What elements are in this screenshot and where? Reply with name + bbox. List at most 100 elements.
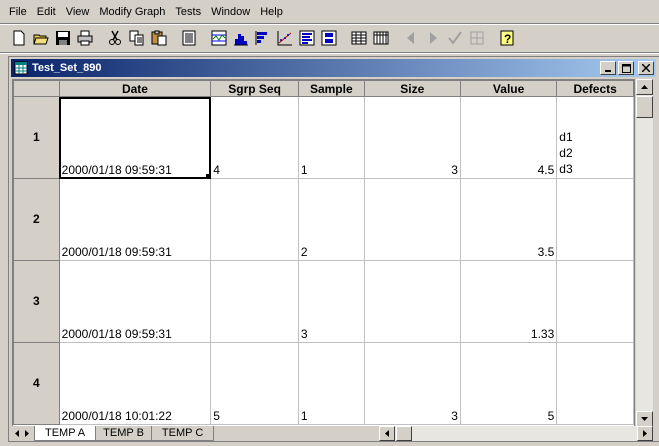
box-chart-icon[interactable]: [318, 27, 340, 49]
column-header-date[interactable]: Date: [58, 80, 212, 97]
size-cell[interactable]: [363, 260, 461, 343]
menu-edit[interactable]: Edit: [32, 2, 61, 22]
date-cell[interactable]: 2000/01/18 10:01:22: [58, 342, 212, 425]
horizontal-scrollbar[interactable]: [379, 426, 653, 441]
sgrp-seq-cell[interactable]: 4: [210, 96, 299, 179]
date-cell[interactable]: 2000/01/18 09:59:31: [58, 260, 212, 343]
save-icon[interactable]: [52, 27, 74, 49]
tab-scroll-left[interactable]: [12, 427, 22, 440]
sample-cell[interactable]: 2: [297, 178, 365, 261]
size-cell[interactable]: 3: [363, 96, 461, 179]
value-cell[interactable]: 4.5: [459, 96, 558, 179]
grid-icon[interactable]: [466, 27, 488, 49]
horizontal-scroll-thumb[interactable]: [396, 426, 412, 441]
tab-temp-b[interactable]: TEMP B: [92, 426, 155, 441]
row-header[interactable]: 4: [13, 342, 60, 425]
value-cell[interactable]: 3.5: [459, 178, 558, 261]
date-cell[interactable]: 2000/01/18 09:59:31: [58, 96, 212, 179]
scroll-up-button[interactable]: [636, 79, 653, 95]
scroll-left-button[interactable]: [379, 426, 395, 441]
arrow-down-icon: [641, 417, 648, 421]
defect-item: d2: [559, 146, 573, 160]
defect-item: d1: [559, 130, 573, 144]
toolbar: ?: [8, 25, 518, 51]
sgrp-seq-cell[interactable]: [210, 178, 299, 261]
table-row: 1 2000/01/18 09:59:31 4 1 3 4.5 d1 d2 d3: [13, 96, 634, 179]
scroll-right-button[interactable]: [637, 426, 653, 441]
selection-handle[interactable]: [206, 174, 210, 178]
data-grid: Date Sgrp Seq Sample Size Value Defects …: [12, 79, 635, 427]
svg-text:?: ?: [504, 32, 511, 46]
arrow-left-icon: [385, 430, 389, 437]
sample-cell[interactable]: 3: [297, 260, 365, 343]
paste-icon[interactable]: [148, 27, 170, 49]
datasheet-icon[interactable]: [370, 27, 392, 49]
window-title: Test_Set_890: [32, 62, 102, 74]
maximize-icon: [621, 63, 631, 73]
histogram-icon[interactable]: [230, 27, 252, 49]
vertical-scroll-thumb[interactable]: [636, 96, 653, 118]
column-header-size[interactable]: Size: [363, 80, 461, 97]
menu-view[interactable]: View: [61, 2, 95, 22]
menu-bar: File Edit View Modify Graph Tests Window…: [0, 2, 659, 22]
check-icon[interactable]: [444, 27, 466, 49]
xbar-chart-icon[interactable]: [208, 27, 230, 49]
minimize-button[interactable]: [600, 61, 616, 75]
menu-file[interactable]: File: [0, 2, 32, 22]
defects-cell[interactable]: [556, 260, 634, 343]
help-icon[interactable]: ?: [496, 27, 518, 49]
size-cell[interactable]: 3: [363, 342, 461, 425]
datasheet-app-icon: [14, 61, 28, 75]
size-cell[interactable]: [363, 178, 461, 261]
menu-tests[interactable]: Tests: [170, 2, 206, 22]
close-button[interactable]: [638, 61, 654, 75]
prev-icon[interactable]: [400, 27, 422, 49]
cut-icon[interactable]: [104, 27, 126, 49]
vertical-scrollbar[interactable]: [636, 79, 653, 427]
column-header-value[interactable]: Value: [459, 80, 558, 97]
tab-scroll-right[interactable]: [22, 427, 32, 440]
pareto-icon[interactable]: [252, 27, 274, 49]
value-cell[interactable]: 5: [459, 342, 558, 425]
defects-cell[interactable]: [556, 342, 634, 425]
column-header-sample[interactable]: Sample: [297, 80, 365, 97]
tab-temp-c[interactable]: TEMP C: [150, 426, 215, 441]
arrow-right-icon: [25, 430, 29, 437]
open-icon[interactable]: [30, 27, 52, 49]
menu-help[interactable]: Help: [255, 2, 288, 22]
column-header-defects[interactable]: Defects: [556, 80, 634, 97]
defects-cell[interactable]: [556, 178, 634, 261]
column-header-sgrp-seq[interactable]: Sgrp Seq: [210, 80, 299, 97]
menu-window[interactable]: Window: [206, 2, 255, 22]
sample-cell[interactable]: 1: [297, 96, 365, 179]
scroll-down-button[interactable]: [636, 411, 653, 427]
new-icon[interactable]: [8, 27, 30, 49]
run-chart-icon[interactable]: [296, 27, 318, 49]
date-cell[interactable]: 2000/01/18 09:59:31: [58, 178, 212, 261]
sgrp-seq-cell[interactable]: 5: [210, 342, 299, 425]
menu-modify-graph[interactable]: Modify Graph: [94, 2, 170, 22]
print-icon[interactable]: [74, 27, 96, 49]
next-icon[interactable]: [422, 27, 444, 49]
table-row: 4 2000/01/18 10:01:22 5 1 3 5: [13, 342, 634, 425]
row-header[interactable]: 3: [13, 260, 60, 343]
sgrp-seq-cell[interactable]: [210, 260, 299, 343]
window-title-bar[interactable]: Test_Set_890: [11, 59, 656, 77]
table-icon[interactable]: [348, 27, 370, 49]
defects-cell[interactable]: d1 d2 d3: [556, 96, 634, 179]
sample-cell[interactable]: 1: [297, 342, 365, 425]
value-cell[interactable]: 1.33: [459, 260, 558, 343]
arrow-up-icon: [641, 85, 648, 89]
sheet-tab-bar: TEMP A TEMP B TEMP C: [12, 426, 653, 441]
close-icon: [642, 64, 650, 72]
datasheet-window: Test_Set_890 Date Sgrp Seq Sample Size V…: [8, 56, 659, 442]
arrow-right-icon: [643, 430, 647, 437]
maximize-button[interactable]: [618, 61, 634, 75]
row-header[interactable]: 1: [13, 96, 60, 179]
copy-icon[interactable]: [126, 27, 148, 49]
tab-temp-a[interactable]: TEMP A: [34, 426, 97, 441]
grid-corner[interactable]: [13, 80, 60, 97]
report-icon[interactable]: [178, 27, 200, 49]
row-header[interactable]: 2: [13, 178, 60, 261]
scatter-icon[interactable]: [274, 27, 296, 49]
